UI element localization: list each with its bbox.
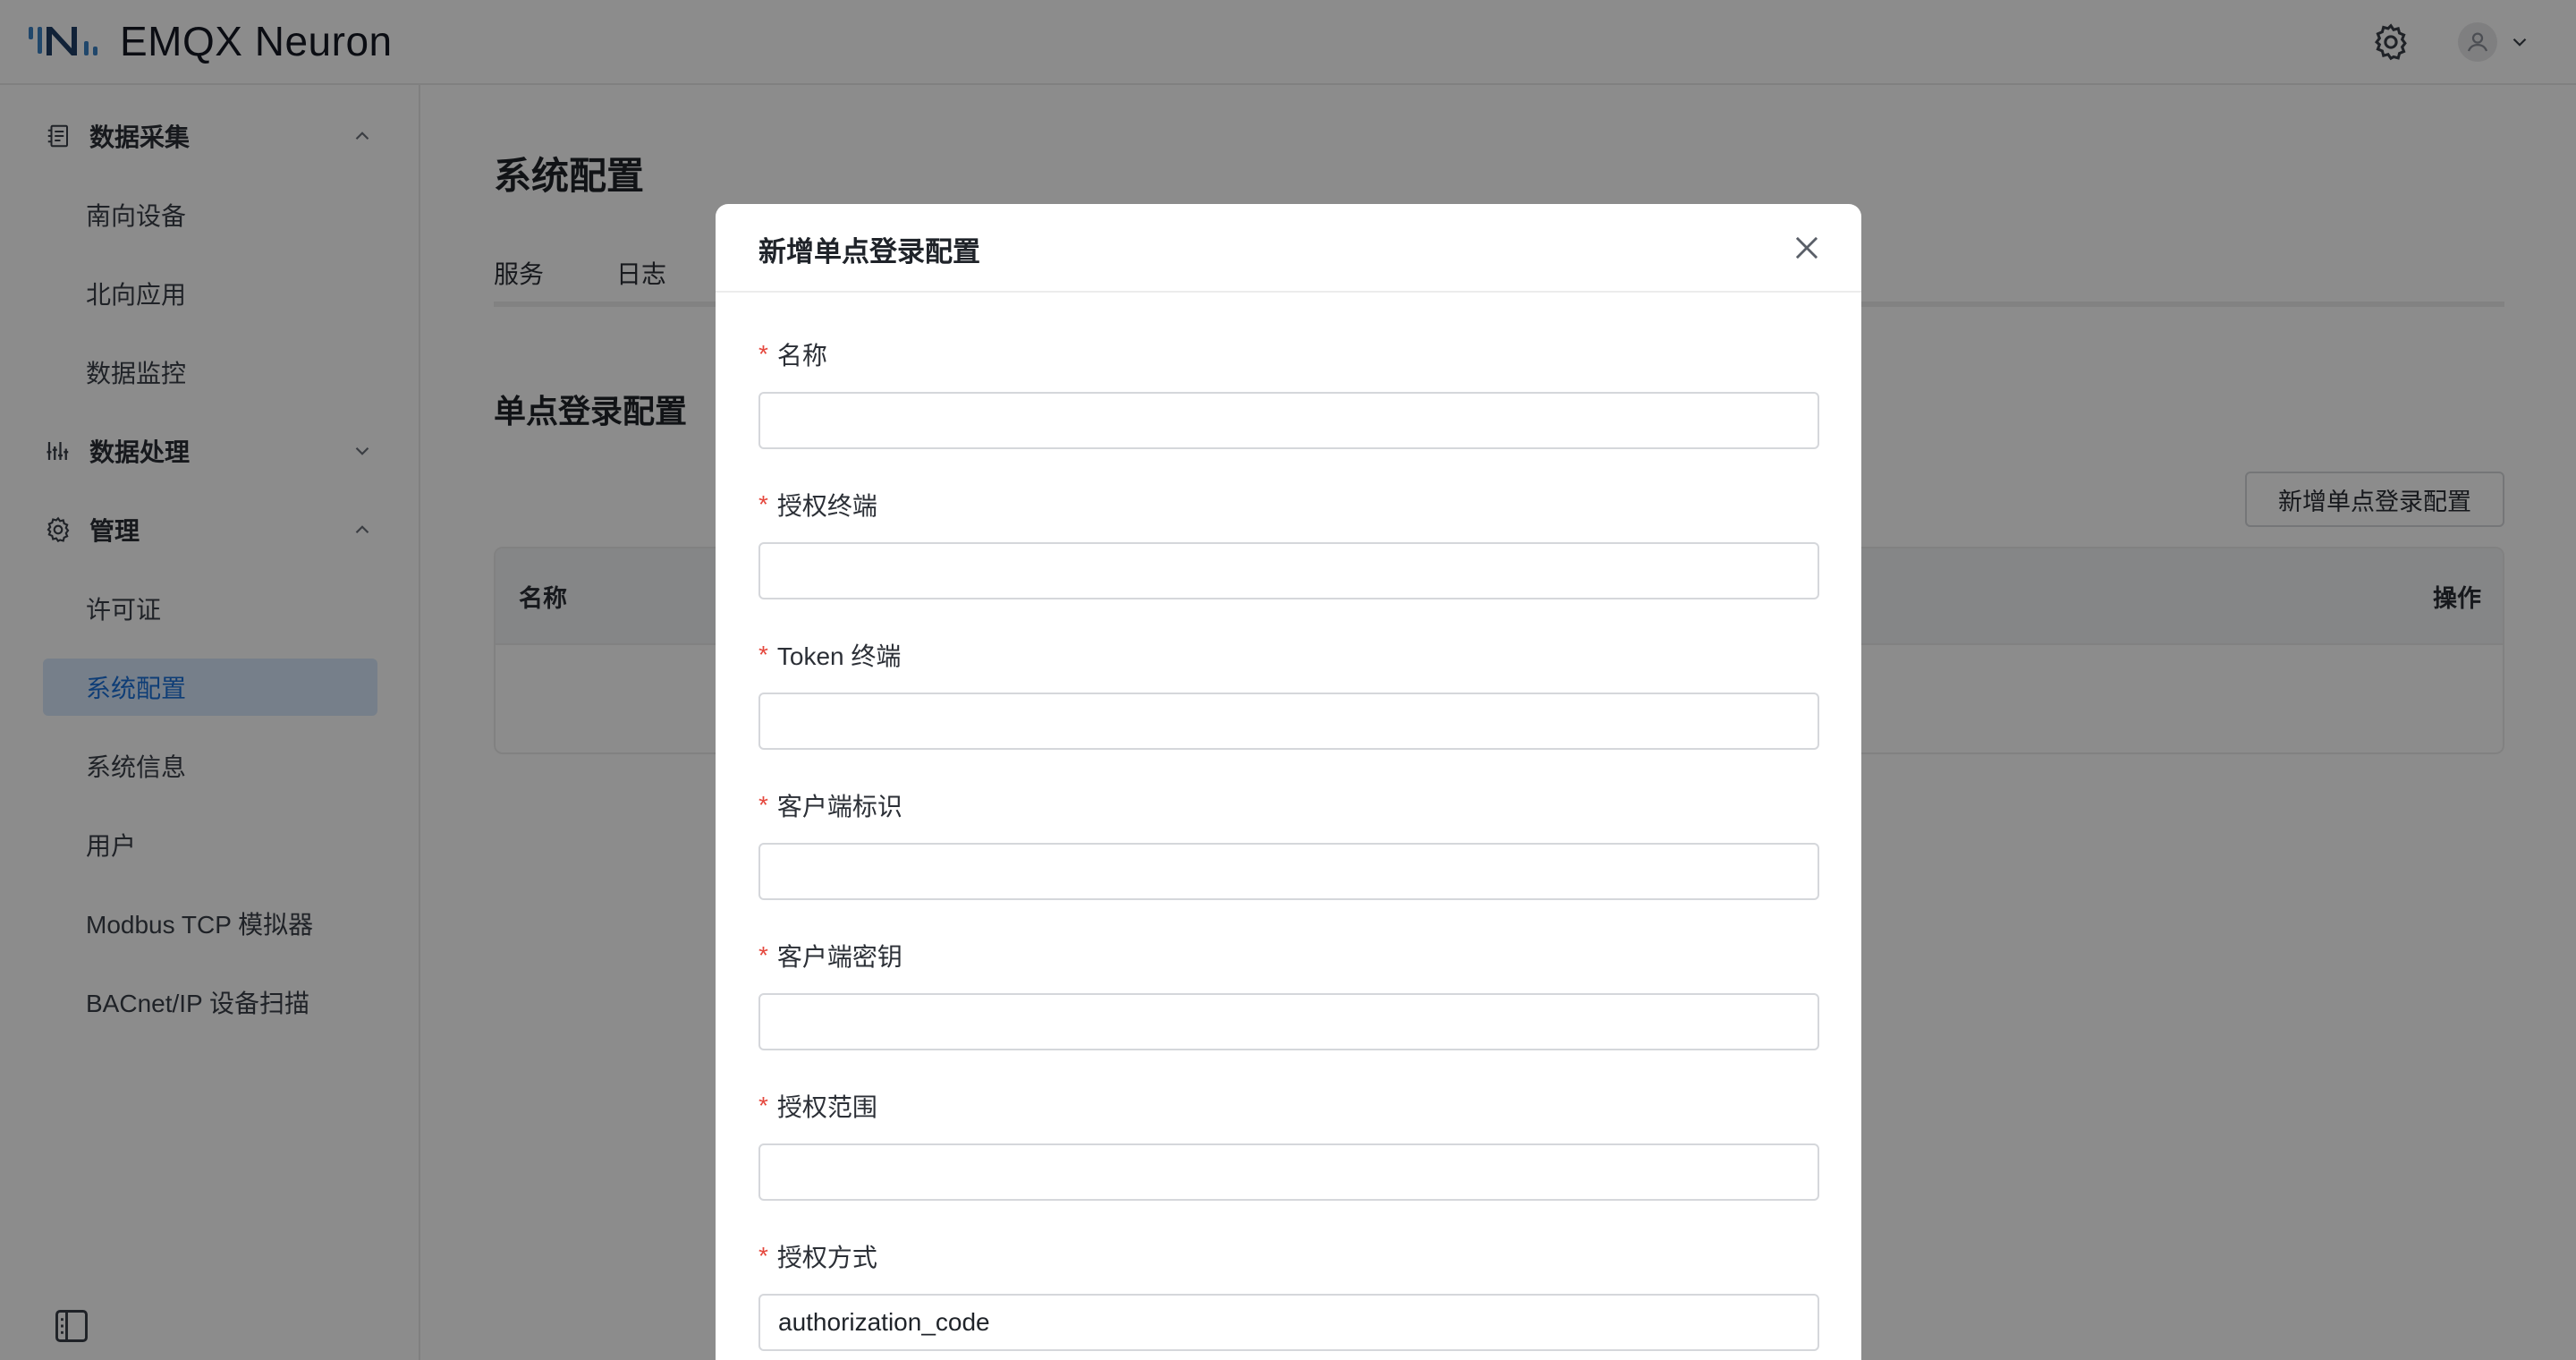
grant-type-input[interactable]: [758, 1294, 1819, 1351]
field-grant-type: * 授权方式: [758, 1238, 1819, 1351]
field-label: 客户端标识: [776, 793, 902, 820]
required-mark: *: [758, 1092, 768, 1119]
required-mark: *: [758, 791, 768, 819]
field-label: Token 终端: [776, 642, 902, 670]
field-name: * 名称: [758, 336, 1819, 449]
field-scope: * 授权范围: [758, 1088, 1819, 1201]
field-label: 名称: [776, 342, 827, 370]
add-sso-config-dialog: 新增单点登录配置 * 名称 * 授权终端 * Token 终端 * 客户端标识 * 客户端…: [716, 204, 1861, 1360]
field-label: 授权范围: [776, 1093, 877, 1121]
client-secret-input[interactable]: [758, 993, 1819, 1050]
dialog-header: 新增单点登录配置: [716, 204, 1861, 293]
close-icon[interactable]: [1790, 231, 1824, 265]
scope-input[interactable]: [758, 1143, 1819, 1201]
auth-endpoint-input[interactable]: [758, 542, 1819, 599]
field-client-secret: * 客户端密钥: [758, 938, 1819, 1050]
required-mark: *: [758, 1242, 768, 1270]
required-mark: *: [758, 941, 768, 969]
field-client-id: * 客户端标识: [758, 787, 1819, 900]
field-label: 客户端密钥: [776, 943, 902, 971]
required-mark: *: [758, 340, 768, 368]
required-mark: *: [758, 641, 768, 668]
client-id-input[interactable]: [758, 843, 1819, 900]
field-token-endpoint: * Token 终端: [758, 637, 1819, 750]
required-mark: *: [758, 490, 768, 518]
field-label: 授权终端: [776, 492, 877, 520]
name-input[interactable]: [758, 392, 1819, 449]
dialog-title: 新增单点登录配置: [758, 236, 980, 268]
field-auth-endpoint: * 授权终端: [758, 487, 1819, 599]
field-label: 授权方式: [776, 1244, 877, 1271]
token-endpoint-input[interactable]: [758, 693, 1819, 750]
